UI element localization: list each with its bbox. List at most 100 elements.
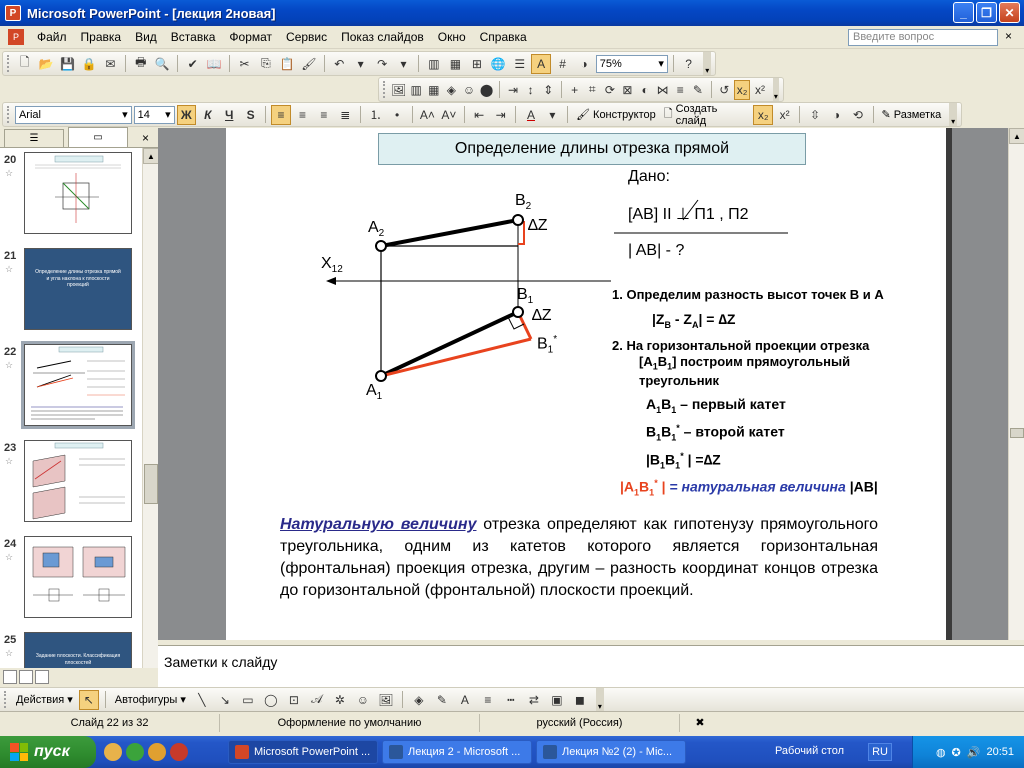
toolbar-grip[interactable] xyxy=(7,106,10,123)
volume-icon[interactable]: 🔊 xyxy=(967,746,981,759)
slide-scrollbar[interactable]: ▲ xyxy=(1008,128,1024,640)
menu-edit[interactable]: Правка xyxy=(74,30,129,44)
tab-slides[interactable]: ▭ xyxy=(68,127,128,147)
decrease-indent-icon[interactable]: ⇤ xyxy=(470,105,489,125)
font-color-dropdown-icon[interactable]: ▾ xyxy=(543,105,562,125)
subscript-icon[interactable]: x₂ xyxy=(753,104,773,125)
align-left-icon[interactable]: ≡ xyxy=(271,104,291,125)
scroll-up-icon[interactable]: ▲ xyxy=(1009,128,1024,144)
toolbar-options-icon[interactable]: ▾ xyxy=(595,688,604,711)
wordart-icon[interactable]: 𝒜 xyxy=(307,690,327,710)
browser-shortcut-icon[interactable] xyxy=(126,743,144,761)
slideshow-view-icon[interactable] xyxy=(35,670,49,684)
shadow-style-icon[interactable]: ▣ xyxy=(547,690,567,710)
crop-icon[interactable]: ⌗ xyxy=(584,80,600,100)
thumbnail-item[interactable]: 25 ☆ Задание плоскости. Классификация пл… xyxy=(0,632,142,668)
undo-dropdown-icon[interactable]: ▾ xyxy=(351,54,370,74)
clipart-icon[interactable]: ☺ xyxy=(461,80,477,100)
print-preview-icon[interactable]: 🔍 xyxy=(153,54,172,74)
justify-icon[interactable]: ≣ xyxy=(336,105,355,125)
color-grayscale-icon[interactable]: ◑ xyxy=(574,54,593,74)
recolor-icon[interactable]: ◐ xyxy=(637,80,653,100)
menu-tools[interactable]: Сервис xyxy=(279,30,334,44)
normal-view-icon[interactable] xyxy=(3,670,17,684)
document-menu-icon[interactable]: P xyxy=(8,29,24,45)
markup-button[interactable]: ✎ Разметка xyxy=(879,108,945,122)
copy-icon[interactable]: ⎘ xyxy=(256,54,275,74)
menu-insert[interactable]: Вставка xyxy=(164,30,223,44)
language-indicator[interactable]: RU xyxy=(868,743,892,761)
line-icon[interactable]: ╲ xyxy=(192,690,212,710)
wrap-icon[interactable]: ⋈ xyxy=(655,80,671,100)
thumbnails-scrollbar[interactable]: ▲ xyxy=(142,148,159,668)
new-slide-button[interactable]: 🗋 Создать слайд xyxy=(661,103,752,127)
grid-icon[interactable]: # xyxy=(553,54,572,74)
menu-help[interactable]: Справка xyxy=(473,30,534,44)
show-formatting-icon[interactable]: A xyxy=(531,53,551,74)
picture-icon[interactable]: 🖼 xyxy=(376,690,396,710)
help-search-input[interactable]: Введите вопрос xyxy=(848,29,998,46)
rotate-icon[interactable]: ⟳ xyxy=(602,80,618,100)
select-arrow-icon[interactable]: ↖ xyxy=(78,689,99,710)
font-select[interactable]: Arial ▾ xyxy=(14,105,132,124)
permission-icon[interactable]: 🔒 xyxy=(79,54,98,74)
slide-thumbnail[interactable]: Задание плоскости. Классификация плоскос… xyxy=(24,632,132,668)
underline-button[interactable]: Ч xyxy=(220,105,239,125)
powerpoint-app-icon[interactable]: P xyxy=(5,5,21,21)
desktop-shortcut-icon[interactable] xyxy=(104,743,122,761)
menu-file[interactable]: Файл xyxy=(30,30,74,44)
scroll-up-icon[interactable]: ▲ xyxy=(143,148,159,164)
arrow-icon[interactable]: ◑ xyxy=(827,105,846,125)
shadow-button[interactable]: S xyxy=(241,105,260,125)
menu-view[interactable]: Вид xyxy=(128,30,164,44)
task-powerpoint[interactable]: Microsoft PowerPoint ... xyxy=(228,740,378,764)
shape-icon[interactable]: ⬤ xyxy=(479,80,495,100)
undo-icon[interactable]: ↶ xyxy=(330,54,349,74)
spelling-status-icon[interactable]: ✖ xyxy=(680,714,720,732)
chart-icon[interactable]: ▥ xyxy=(424,54,443,74)
superscript-icon[interactable]: x² xyxy=(775,105,794,125)
bullets-icon[interactable]: • xyxy=(387,105,406,125)
line-color-icon[interactable]: ✎ xyxy=(432,690,452,710)
align-icon[interactable]: ⇥ xyxy=(505,80,521,100)
refresh-icon[interactable]: ⟲ xyxy=(848,105,867,125)
subscript-icon[interactable]: x₂ xyxy=(734,79,751,100)
numbering-icon[interactable]: ⒈ xyxy=(366,105,385,125)
toolbar-options-icon[interactable]: ▾ xyxy=(772,78,779,101)
autoshapes-menu[interactable]: Автофигуры ▾ xyxy=(112,693,189,707)
toolbar-grip[interactable] xyxy=(383,81,386,98)
email-icon[interactable]: ✉ xyxy=(101,54,120,74)
slide-thumbnail[interactable] xyxy=(24,536,132,618)
font-color-icon[interactable]: A xyxy=(521,105,540,125)
rectangle-icon[interactable]: ▭ xyxy=(238,690,258,710)
help-icon[interactable]: ? xyxy=(679,54,698,74)
table-icon[interactable]: ▦ xyxy=(446,54,465,74)
slide-thumbnail[interactable] xyxy=(21,341,135,429)
thumbnail-item-selected[interactable]: 22 ☆ xyxy=(0,341,142,434)
arrow-line-icon[interactable]: ↘ xyxy=(215,690,235,710)
menu-format[interactable]: Формат xyxy=(222,30,279,44)
text-color-icon[interactable]: A xyxy=(455,690,475,710)
align-right-icon[interactable]: ≡ xyxy=(314,105,333,125)
slide-thumbnail[interactable] xyxy=(24,152,132,234)
increase-font-icon[interactable]: A˄ xyxy=(418,105,437,125)
3d-style-icon[interactable]: ◼ xyxy=(570,690,590,710)
tables-borders-icon[interactable]: ⊞ xyxy=(467,54,486,74)
clipart-icon[interactable]: ☺ xyxy=(353,690,373,710)
restore-button[interactable]: ❐ xyxy=(976,2,997,23)
scrollbar-thumb[interactable] xyxy=(1010,428,1024,438)
menu-slideshow[interactable]: Показ слайдов xyxy=(334,30,431,44)
thumbnail-item[interactable]: 21 ☆ Определение длины отрезка прямой и … xyxy=(0,248,142,338)
oval-icon[interactable]: ◯ xyxy=(261,690,281,710)
actions-menu[interactable]: Действия ▾ xyxy=(13,693,76,707)
slide-thumbnail[interactable]: Определение длины отрезка прямой и угла … xyxy=(24,248,132,330)
diagram-icon[interactable]: ◈ xyxy=(444,80,460,100)
decrease-font-icon[interactable]: A˅ xyxy=(439,105,458,125)
redo-dropdown-icon[interactable]: ▾ xyxy=(394,54,413,74)
compress-icon[interactable]: ⊠ xyxy=(620,80,636,100)
scrollbar-thumb[interactable] xyxy=(144,464,158,504)
menu-window[interactable]: Окно xyxy=(431,30,473,44)
fill-color-icon[interactable]: ◈ xyxy=(409,690,429,710)
paste-icon[interactable]: 📋 xyxy=(278,54,297,74)
textbox-icon[interactable]: ⊡ xyxy=(284,690,304,710)
